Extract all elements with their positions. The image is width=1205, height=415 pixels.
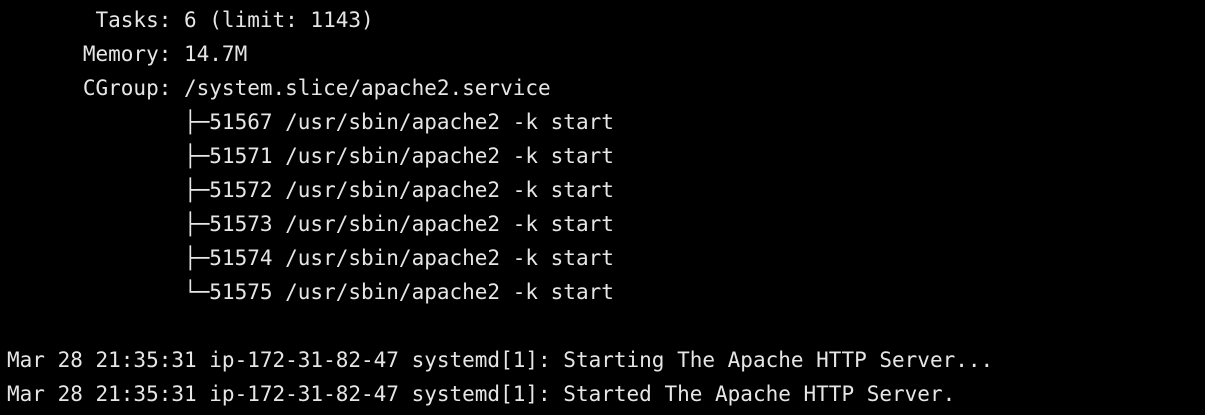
process-tree-item: ├─51567 /usr/sbin/apache2 -k start	[7, 110, 614, 134]
cgroup-line: CGroup: /system.slice/apache2.service	[7, 76, 551, 100]
process-tree-item: ├─51573 /usr/sbin/apache2 -k start	[7, 212, 614, 236]
process-tree-item: ├─51574 /usr/sbin/apache2 -k start	[7, 246, 614, 270]
memory-line: Memory: 14.7M	[7, 42, 248, 66]
process-tree-item: ├─51572 /usr/sbin/apache2 -k start	[7, 178, 614, 202]
process-tree-item: └─51575 /usr/sbin/apache2 -k start	[7, 280, 614, 304]
tasks-line: Tasks: 6 (limit: 1143)	[7, 8, 374, 32]
log-line: Mar 28 21:35:31 ip-172-31-82-47 systemd[…	[7, 348, 994, 372]
process-tree-item: ├─51571 /usr/sbin/apache2 -k start	[7, 144, 614, 168]
log-line: Mar 28 21:35:31 ip-172-31-82-47 systemd[…	[7, 382, 956, 406]
terminal-output[interactable]: Tasks: 6 (limit: 1143) Memory: 14.7M CGr…	[0, 0, 1205, 415]
